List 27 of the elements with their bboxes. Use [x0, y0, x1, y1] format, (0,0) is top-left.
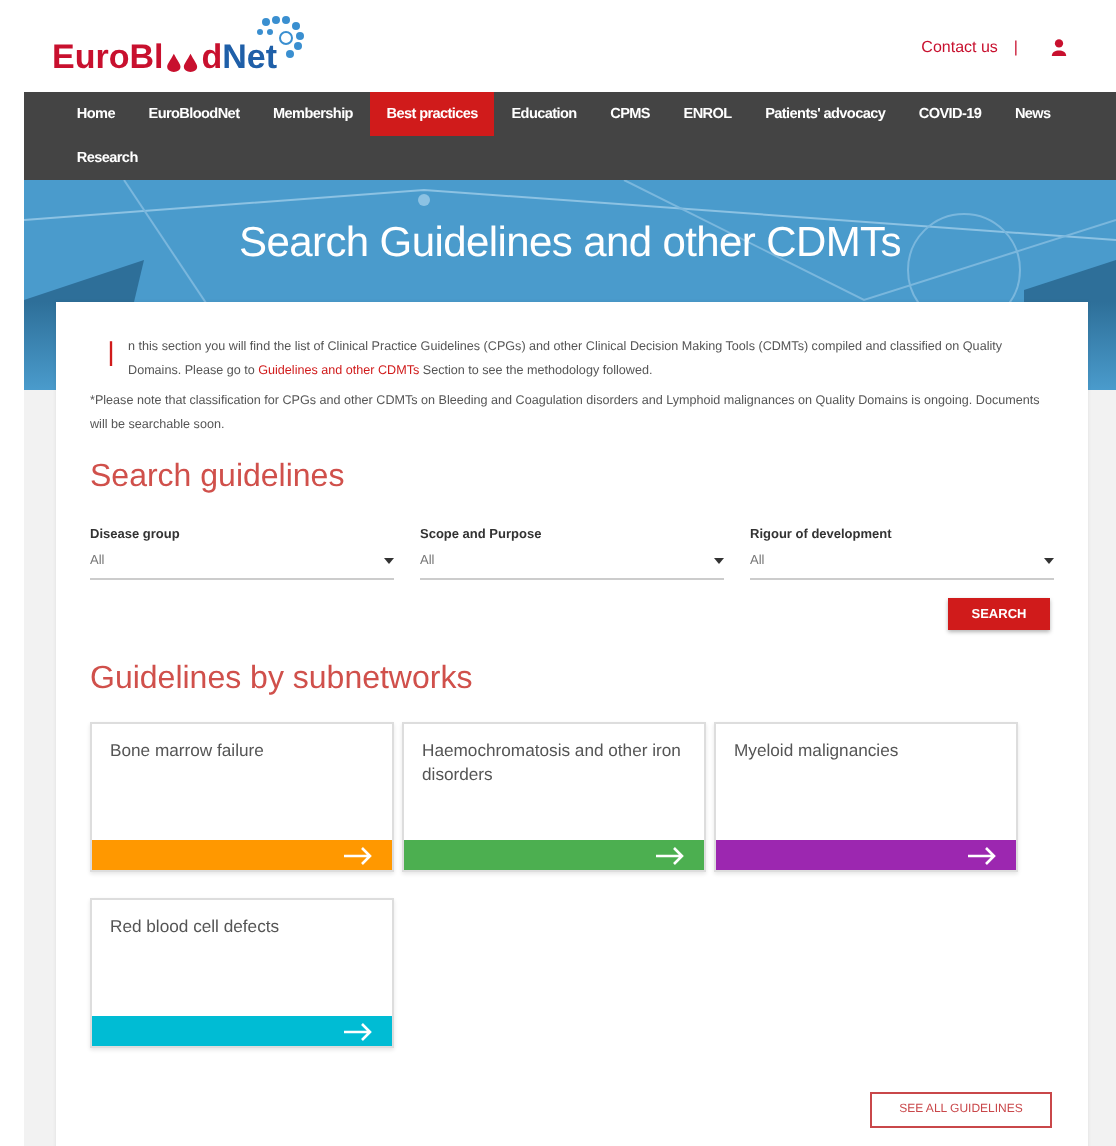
card-title: Bone marrow failure — [108, 738, 266, 764]
subnetwork-card[interactable]: Myeloid malignancies — [714, 722, 1018, 872]
subnetwork-card[interactable]: Bone marrow failure — [90, 722, 394, 872]
section-heading: Guidelines by subnetworks — [90, 662, 475, 698]
card-footer[interactable] — [92, 1016, 392, 1046]
page-title: Search Guidelines and other CDMTs — [239, 220, 901, 268]
logo[interactable]: EuroBl dNet — [52, 14, 306, 78]
caret-icon — [1044, 558, 1054, 564]
card-footer[interactable] — [92, 840, 392, 870]
drop-cap: I — [108, 336, 114, 378]
card-footer[interactable] — [716, 840, 1016, 870]
section-heading: Search guidelines — [90, 460, 347, 496]
separator: | — [1013, 37, 1018, 55]
subnetwork-card[interactable]: Haemochromatosis and other iron disorders — [402, 722, 706, 872]
arrow-icon — [342, 1021, 374, 1041]
card-footer[interactable] — [404, 840, 704, 870]
user-icon[interactable] — [1050, 37, 1068, 55]
arrow-icon — [966, 845, 998, 865]
card-title: Haemochromatosis and other iron disorders — [420, 738, 683, 787]
card-title: Myeloid malignancies — [732, 738, 901, 764]
contact-link[interactable]: Contact us — [921, 37, 998, 55]
subnetwork-card[interactable]: Red blood cell defects — [90, 898, 394, 1048]
card-title: Red blood cell defects — [108, 914, 282, 940]
caret-icon — [384, 558, 394, 564]
arrow-icon — [342, 845, 374, 865]
arrow-icon — [654, 845, 686, 865]
caret-icon — [714, 558, 724, 564]
